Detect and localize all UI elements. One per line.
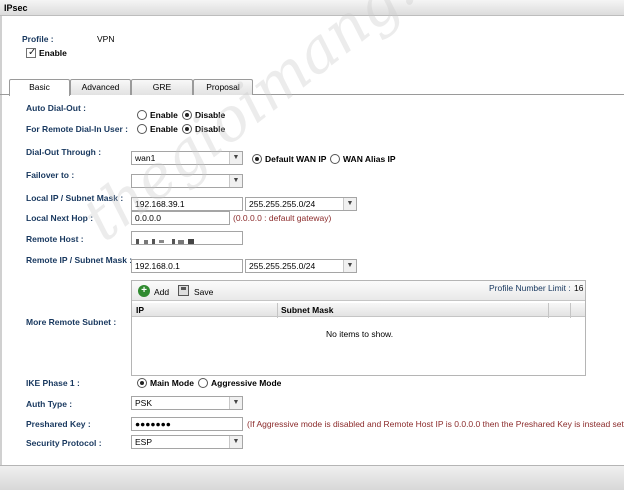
failover-label: Failover to : — [26, 170, 75, 180]
tab-proposal[interactable]: Proposal — [193, 79, 253, 95]
auto-dial-out-enable-label: Enable — [150, 110, 178, 120]
tab-basic[interactable]: Basic — [9, 79, 70, 96]
left-edge — [0, 16, 2, 465]
chevron-down-icon: ▼ — [346, 200, 354, 207]
window-title-bar: IPsec — [0, 0, 624, 16]
auto-dial-out-enable-radio[interactable] — [137, 110, 147, 120]
local-ip-label: Local IP / Subnet Mask : — [26, 193, 124, 203]
main-mode-radio[interactable] — [137, 378, 147, 388]
column-divider — [548, 303, 549, 318]
auth-type-label: Auth Type : — [26, 399, 73, 409]
window-title: IPsec — [4, 3, 28, 13]
add-button[interactable]: Add — [154, 287, 169, 297]
remote-ip-input[interactable]: 192.168.0.1 — [131, 259, 243, 273]
tab-proposal-label: Proposal — [206, 82, 240, 92]
tab-basic-label: Basic — [29, 82, 50, 92]
profile-label: Profile : — [22, 34, 54, 44]
chevron-down-icon: ▼ — [232, 177, 240, 184]
dial-out-through-select[interactable]: wan1 — [131, 151, 243, 165]
local-subnet-mask-select[interactable]: 255.255.255.0/24 — [245, 197, 357, 211]
column-divider — [570, 303, 571, 318]
preshared-key-input[interactable]: ●●●●●●● — [131, 417, 243, 431]
remote-ip-label: Remote IP / Subnet Mask : — [26, 255, 133, 265]
auto-dial-out-label: Auto Dial-Out : — [26, 103, 86, 113]
column-subnet-mask[interactable]: Subnet Mask — [281, 305, 333, 315]
redaction-marks — [136, 239, 194, 244]
tab-gre-label: GRE — [152, 82, 172, 92]
more-remote-subnet-label: More Remote Subnet : — [26, 317, 117, 327]
chevron-down-icon: ▼ — [232, 154, 240, 161]
local-ip-input[interactable]: 192.168.39.1 — [131, 197, 243, 211]
aggressive-mode-radio[interactable] — [198, 378, 208, 388]
local-next-hop-note: (0.0.0.0 : default gateway) — [233, 213, 332, 223]
empty-grid-message: No items to show. — [326, 329, 394, 339]
local-next-hop-label: Local Next Hop : — [26, 213, 94, 223]
ike-phase1-label: IKE Phase 1 : — [26, 378, 80, 388]
security-protocol-select[interactable]: ESP — [131, 435, 243, 449]
tab-advanced[interactable]: Advanced — [70, 79, 131, 95]
chevron-down-icon: ▼ — [232, 438, 240, 445]
auto-dial-out-disable-radio[interactable] — [182, 110, 192, 120]
save-button[interactable]: Save — [194, 287, 213, 297]
chevron-down-icon: ▼ — [346, 262, 354, 269]
remote-host-redacted — [136, 236, 196, 244]
aggressive-mode-label: Aggressive Mode — [211, 378, 282, 388]
add-icon[interactable]: + — [138, 285, 150, 297]
main-mode-label: Main Mode — [150, 378, 194, 388]
remote-host-label: Remote Host : — [26, 234, 84, 244]
default-wan-ip-radio[interactable] — [252, 154, 262, 164]
enable-label: Enable — [39, 48, 67, 58]
profile-limit-value: 16 — [574, 283, 584, 293]
column-ip[interactable]: IP — [136, 305, 144, 315]
bottom-button-bar — [0, 465, 624, 490]
remote-subnet-mask-select[interactable]: 255.255.255.0/24 — [245, 259, 357, 273]
save-icon[interactable] — [178, 285, 189, 296]
remote-dial-in-enable-label: Enable — [150, 124, 178, 134]
remote-dial-in-disable-radio[interactable] — [182, 124, 192, 134]
preshared-key-note: (If Aggressive mode is disabled and Remo… — [247, 419, 624, 429]
remote-dial-in-disable-label: Disable — [195, 124, 226, 134]
remote-dial-in-label: For Remote Dial-In User : — [26, 124, 129, 134]
failover-select[interactable] — [131, 174, 243, 188]
profile-value: VPN — [97, 34, 115, 44]
remote-dial-in-enable-radio[interactable] — [137, 124, 147, 134]
security-protocol-label: Security Protocol : — [26, 438, 102, 448]
tab-advanced-label: Advanced — [81, 82, 120, 92]
wan-alias-ip-radio[interactable] — [330, 154, 340, 164]
auto-dial-out-disable-label: Disable — [195, 110, 226, 120]
chevron-down-icon: ▼ — [232, 399, 240, 406]
wan-alias-ip-label: WAN Alias IP — [343, 154, 396, 164]
default-wan-ip-label: Default WAN IP — [265, 154, 327, 164]
preshared-key-label: Preshared Key : — [26, 419, 91, 429]
profile-limit-label: Profile Number Limit : — [489, 283, 571, 293]
remote-subnet-table-header: IP Subnet Mask — [132, 303, 585, 317]
auth-type-select[interactable]: PSK — [131, 396, 243, 410]
column-divider — [277, 303, 278, 318]
tab-gre[interactable]: GRE — [131, 79, 193, 95]
local-next-hop-input[interactable]: 0.0.0.0 — [131, 211, 230, 225]
dial-out-through-label: Dial-Out Through : — [26, 147, 102, 157]
enable-checkbox[interactable] — [26, 47, 36, 58]
